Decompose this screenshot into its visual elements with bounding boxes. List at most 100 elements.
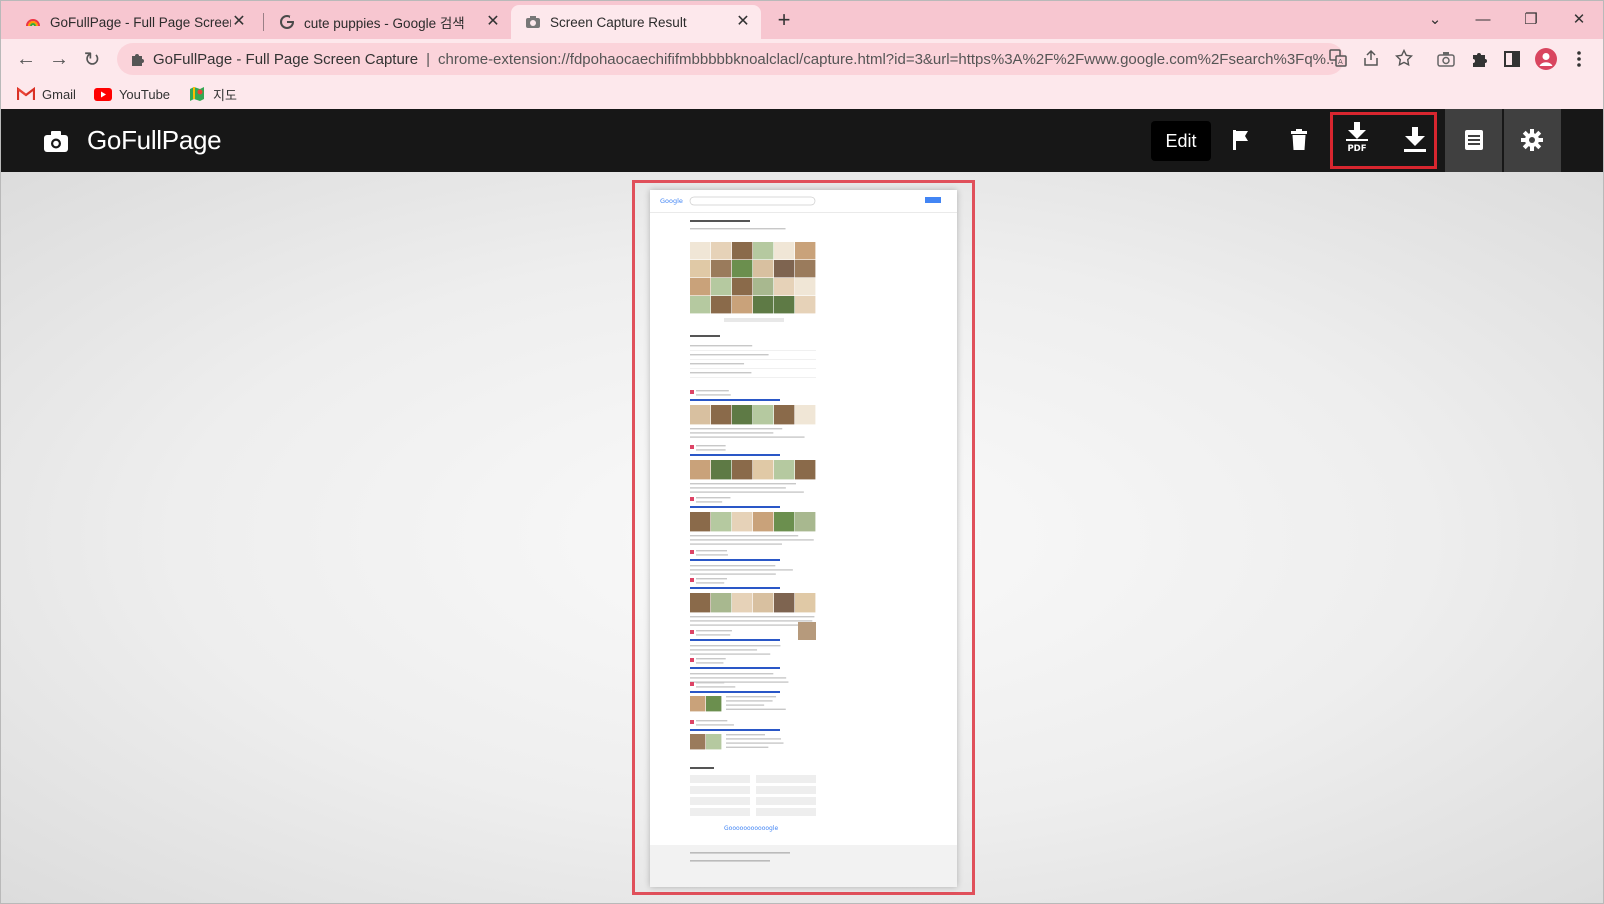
thumb-related-chip <box>690 797 750 805</box>
profile-avatar-icon[interactable] <box>1535 48 1557 70</box>
kebab-menu-icon[interactable] <box>1568 48 1590 70</box>
close-icon[interactable]: ✕ <box>231 14 247 30</box>
thumb-related-chip <box>756 786 816 794</box>
thumb-result-title <box>690 587 780 589</box>
download-pdf-button[interactable]: PDF <box>1342 122 1372 154</box>
download-image-button[interactable] <box>1400 125 1430 155</box>
thumb-image-tile <box>690 278 711 296</box>
tab-search-icon[interactable]: ⌄ <box>1423 9 1447 31</box>
thumb-image-tile <box>795 296 816 314</box>
thumb-result-image <box>753 512 774 532</box>
thumb-text-line <box>690 673 774 675</box>
thumb-more-button <box>724 318 784 322</box>
edit-button[interactable]: Edit <box>1151 121 1211 161</box>
tab-gofullpage[interactable]: GoFullPage - Full Page Screen C ✕ <box>11 5 257 39</box>
thumb-result-image <box>706 734 722 750</box>
thumb-image-tile <box>711 242 732 260</box>
google-g-icon <box>279 14 295 30</box>
thumb-image-tile <box>753 278 774 296</box>
thumb-favicon <box>690 658 694 662</box>
thumb-text-line <box>690 436 805 438</box>
thumb-text-line <box>696 582 725 584</box>
thumb-result-title <box>690 559 780 561</box>
thumb-text-line <box>690 569 793 571</box>
close-icon[interactable]: ✕ <box>735 14 751 30</box>
thumb-text-line <box>726 700 773 702</box>
thumb-text-line <box>726 708 786 710</box>
thumb-favicon <box>690 578 694 582</box>
back-icon[interactable]: ← <box>14 47 38 71</box>
minimize-icon[interactable]: — <box>1471 9 1495 31</box>
thumb-result-image <box>690 696 706 712</box>
close-icon[interactable]: ✕ <box>485 14 501 30</box>
thumb-text-line <box>690 487 786 489</box>
google-logo-text: Google <box>660 197 683 205</box>
thumb-heading <box>690 220 750 222</box>
thumb-text-line <box>696 390 729 392</box>
reload-icon[interactable]: ↻ <box>80 47 104 71</box>
thumb-text-line <box>690 573 776 575</box>
thumb-result-image <box>732 512 753 532</box>
trash-icon[interactable] <box>1284 125 1314 155</box>
thumb-related-chip <box>690 786 750 794</box>
thumb-text-line <box>690 354 769 356</box>
thumb-favicon <box>690 682 694 686</box>
thumb-result-image <box>795 593 816 613</box>
thumb-result-title <box>690 729 780 731</box>
restore-icon[interactable]: ❐ <box>1519 9 1543 31</box>
thumb-text-line <box>696 682 725 684</box>
thumb-text-line <box>690 677 787 679</box>
side-panel-icon[interactable] <box>1501 48 1523 70</box>
extensions-puzzle-icon[interactable] <box>1468 48 1490 70</box>
thumb-image-tile <box>795 260 816 278</box>
thumb-image-tile <box>690 242 711 260</box>
thumb-result-image <box>690 734 706 750</box>
bookmark-youtube[interactable]: YouTube <box>93 86 170 102</box>
bookmark-star-icon[interactable] <box>1393 47 1415 69</box>
translate-icon[interactable]: A <box>1327 47 1349 69</box>
bookmark-gmail[interactable]: Gmail <box>17 86 76 102</box>
captured-page-thumbnail[interactable]: Google Gooooooooooogle <box>650 190 957 887</box>
thumb-result-image <box>690 460 711 480</box>
thumb-image-tile <box>753 242 774 260</box>
thumb-image-tile <box>732 296 753 314</box>
thumb-text-line <box>696 634 731 636</box>
thumb-text-line <box>690 483 796 485</box>
thumb-image-tile <box>774 296 795 314</box>
thumb-result-image <box>690 593 711 613</box>
svg-text:A: A <box>1338 58 1343 66</box>
bookmark-maps[interactable]: 지도 <box>188 85 237 104</box>
thumb-text-line <box>690 649 758 651</box>
thumb-text-line <box>726 738 782 740</box>
thumb-text-line <box>690 616 815 618</box>
flag-icon[interactable] <box>1226 125 1256 155</box>
thumb-image-tile <box>732 278 753 296</box>
share-icon[interactable] <box>1360 47 1382 69</box>
new-tab-button[interactable]: + <box>772 9 796 33</box>
address-bar[interactable]: GoFullPage - Full Page Screen Capture | … <box>117 43 1344 75</box>
thumb-text-line <box>690 624 809 626</box>
thumb-text-line <box>690 363 745 365</box>
thumb-result-image <box>795 405 816 425</box>
gear-icon[interactable] <box>1517 125 1547 155</box>
thumb-image-tile <box>711 296 732 314</box>
thumb-side-image <box>798 622 816 640</box>
tab-google-search[interactable]: cute puppies - Google 검색 ✕ <box>265 5 511 39</box>
thumb-text-line <box>696 662 724 664</box>
thumb-divider <box>690 359 816 360</box>
window-close-icon[interactable]: ✕ <box>1567 9 1591 31</box>
thumb-text-line <box>726 734 766 736</box>
thumbnail-drawing: Google Gooooooooooogle <box>650 196 957 887</box>
youtube-icon <box>93 86 112 102</box>
footer-google-logo: Gooooooooooogle <box>724 825 779 832</box>
camera-extension-icon[interactable] <box>1435 48 1457 70</box>
thumb-image-tile <box>774 242 795 260</box>
thumb-result-image <box>711 593 732 613</box>
thumb-image-tile <box>753 296 774 314</box>
tab-screen-capture-result[interactable]: Screen Capture Result ✕ <box>511 5 761 39</box>
gofullpage-header: GoFullPage Edit PDF <box>1 109 1603 172</box>
thumb-text-line <box>696 578 728 580</box>
list-icon[interactable] <box>1459 125 1489 155</box>
thumb-result-image <box>732 460 753 480</box>
forward-icon[interactable]: → <box>47 47 71 71</box>
